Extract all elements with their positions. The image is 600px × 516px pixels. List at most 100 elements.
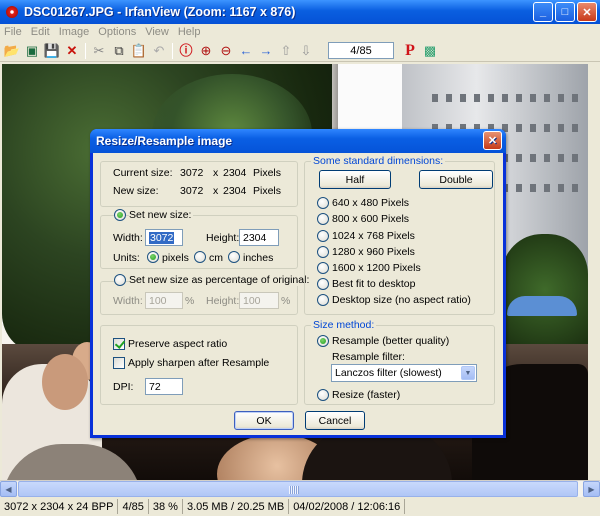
unit-pixels-label[interactable]: pixels [162,252,189,264]
sharpen-checkbox[interactable] [113,357,125,369]
unit-cm-label[interactable]: cm [209,252,223,264]
best-fit-label[interactable]: Best fit to desktop [332,278,415,290]
photo-face [42,354,88,410]
paste-icon[interactable]: 📋 [129,41,149,61]
chevron-down-icon[interactable]: ▼ [461,366,475,380]
set-new-size-radio[interactable] [114,209,126,221]
delete-icon[interactable]: ✕ [62,41,82,61]
desktop-size-label[interactable]: Desktop size (no aspect ratio) [332,294,471,306]
double-button[interactable]: Double [419,170,493,189]
menu-edit[interactable]: Edit [31,26,50,38]
menu-image[interactable]: Image [59,26,90,38]
resample-radio[interactable] [317,335,329,347]
last-icon[interactable]: ⇩ [296,41,316,61]
menu-help[interactable]: Help [178,26,201,38]
scrollbar-thumb[interactable] [18,481,578,497]
dialog-title: Resize/Resample image [96,134,233,148]
new-size-unit: Pixels [253,185,282,197]
dialog-titlebar[interactable]: Resize/Resample image ✕ [90,129,506,153]
percentage-radio[interactable] [114,274,126,286]
current-size-x: x [213,167,219,179]
size-method-legend: Size method: [311,319,377,331]
unit-pixels-radio[interactable] [147,251,159,263]
previous-icon[interactable]: ← [236,41,256,61]
best-fit-radio[interactable] [317,278,329,290]
resize-label[interactable]: Resize (faster) [332,389,400,401]
size-1024-radio[interactable] [317,230,329,242]
size-1024-label[interactable]: 1024 x 768 Pixels [332,230,415,242]
set-new-size-label[interactable]: Set new size: [129,209,194,221]
minimize-button[interactable]: _ [533,2,553,22]
close-window-button[interactable]: ✕ [577,2,597,22]
menu-view[interactable]: View [145,26,169,38]
height-input[interactable]: 2304 [239,229,279,246]
zoom-in-icon[interactable]: ⊕ [196,41,216,61]
toolbar: 📂 ▣ 💾 ✕ ✂ ⧉ 📋 ↶ ⓘ ⊕ ⊖ ← → ⇧ ⇩ 4/85 P ▩ [0,40,600,62]
dialog-close-button[interactable]: ✕ [483,131,502,150]
preserve-aspect-checkbox[interactable] [113,338,125,350]
window-title: DSC01267.JPG - IrfanView (Zoom: 1167 x 8… [24,5,296,19]
copy-icon[interactable]: ⧉ [109,41,129,61]
ok-button[interactable]: OK [234,411,294,430]
menu-options[interactable]: Options [98,26,136,38]
scroll-right-icon[interactable]: ▶ [583,481,600,497]
scroll-left-icon[interactable]: ◀ [0,481,17,497]
width-input[interactable]: 3072 [145,229,183,246]
dpi-input[interactable]: 72 [145,378,183,395]
status-zoom: 38 % [149,499,183,514]
undo-icon[interactable]: ↶ [149,41,169,61]
save-icon[interactable]: 💾 [42,41,62,61]
unit-inches-label[interactable]: inches [243,252,273,264]
toolbar-separator [172,42,173,59]
percent-height-label: Height: [206,295,240,307]
percent-height-input[interactable]: 100 [239,292,279,309]
size-640-radio[interactable] [317,197,329,209]
zoom-out-icon[interactable]: ⊖ [216,41,236,61]
percentage-label[interactable]: Set new size as percentage of original: [129,274,312,286]
horizontal-scrollbar[interactable]: ◀ ▶ [0,480,600,497]
maximize-button[interactable]: □ [555,2,575,22]
current-size-width: 3072 [180,167,204,179]
next-icon[interactable]: → [256,41,276,61]
preserve-aspect-label[interactable]: Preserve aspect ratio [128,338,227,350]
size-1600-label[interactable]: 1600 x 1200 Pixels [332,262,421,274]
size-640-label[interactable]: 640 x 480 Pixels [332,197,409,209]
size-800-radio[interactable] [317,213,329,225]
scrollbar-track[interactable] [17,481,583,497]
unit-cm-radio[interactable] [194,251,206,263]
new-size-height: 2304 [223,185,247,197]
sharpen-label[interactable]: Apply sharpen after Resample [128,357,269,369]
percent-width-unit: % [185,295,195,307]
unit-inches-radio[interactable] [228,251,240,263]
resample-filter-select[interactable]: Lanczos filter (slowest) ▼ [331,364,477,382]
print-icon[interactable]: P [400,41,420,61]
resize-dialog: Resize/Resample image ✕ Current size: 30… [90,129,506,438]
size-1280-radio[interactable] [317,246,329,258]
width-label: Width: [113,232,143,244]
resize-radio[interactable] [317,389,329,401]
resample-filter-value: Lanczos filter (slowest) [335,367,442,379]
size-800-label[interactable]: 800 x 600 Pixels [332,213,409,225]
first-icon[interactable]: ⇧ [276,41,296,61]
irfanview-logo-icon[interactable]: ▩ [420,41,440,61]
new-size-label: New size: [113,185,159,197]
size-1600-radio[interactable] [317,262,329,274]
size-1280-label[interactable]: 1280 x 960 Pixels [332,246,415,258]
desktop-size-radio[interactable] [317,294,329,306]
slideshow-icon[interactable]: ▣ [22,41,42,61]
irfanview-app-icon[interactable] [4,4,20,20]
scrollbar-grip-icon [289,486,299,494]
open-folder-icon[interactable]: 📂 [2,41,22,61]
half-button[interactable]: Half [319,170,391,189]
resample-label[interactable]: Resample (better quality) [332,335,449,347]
percent-height-unit: % [281,295,291,307]
percent-width-input[interactable]: 100 [145,292,183,309]
info-icon[interactable]: ⓘ [176,41,196,61]
status-bar: 3072 x 2304 x 24 BPP 4/85 38 % 3.05 MB /… [0,497,600,516]
cancel-button[interactable]: Cancel [305,411,365,430]
cut-icon[interactable]: ✂ [89,41,109,61]
window-titlebar[interactable]: DSC01267.JPG - IrfanView (Zoom: 1167 x 8… [0,0,600,24]
menu-file[interactable]: File [4,26,22,38]
page-counter[interactable]: 4/85 [328,42,394,59]
height-label: Height: [206,232,240,244]
